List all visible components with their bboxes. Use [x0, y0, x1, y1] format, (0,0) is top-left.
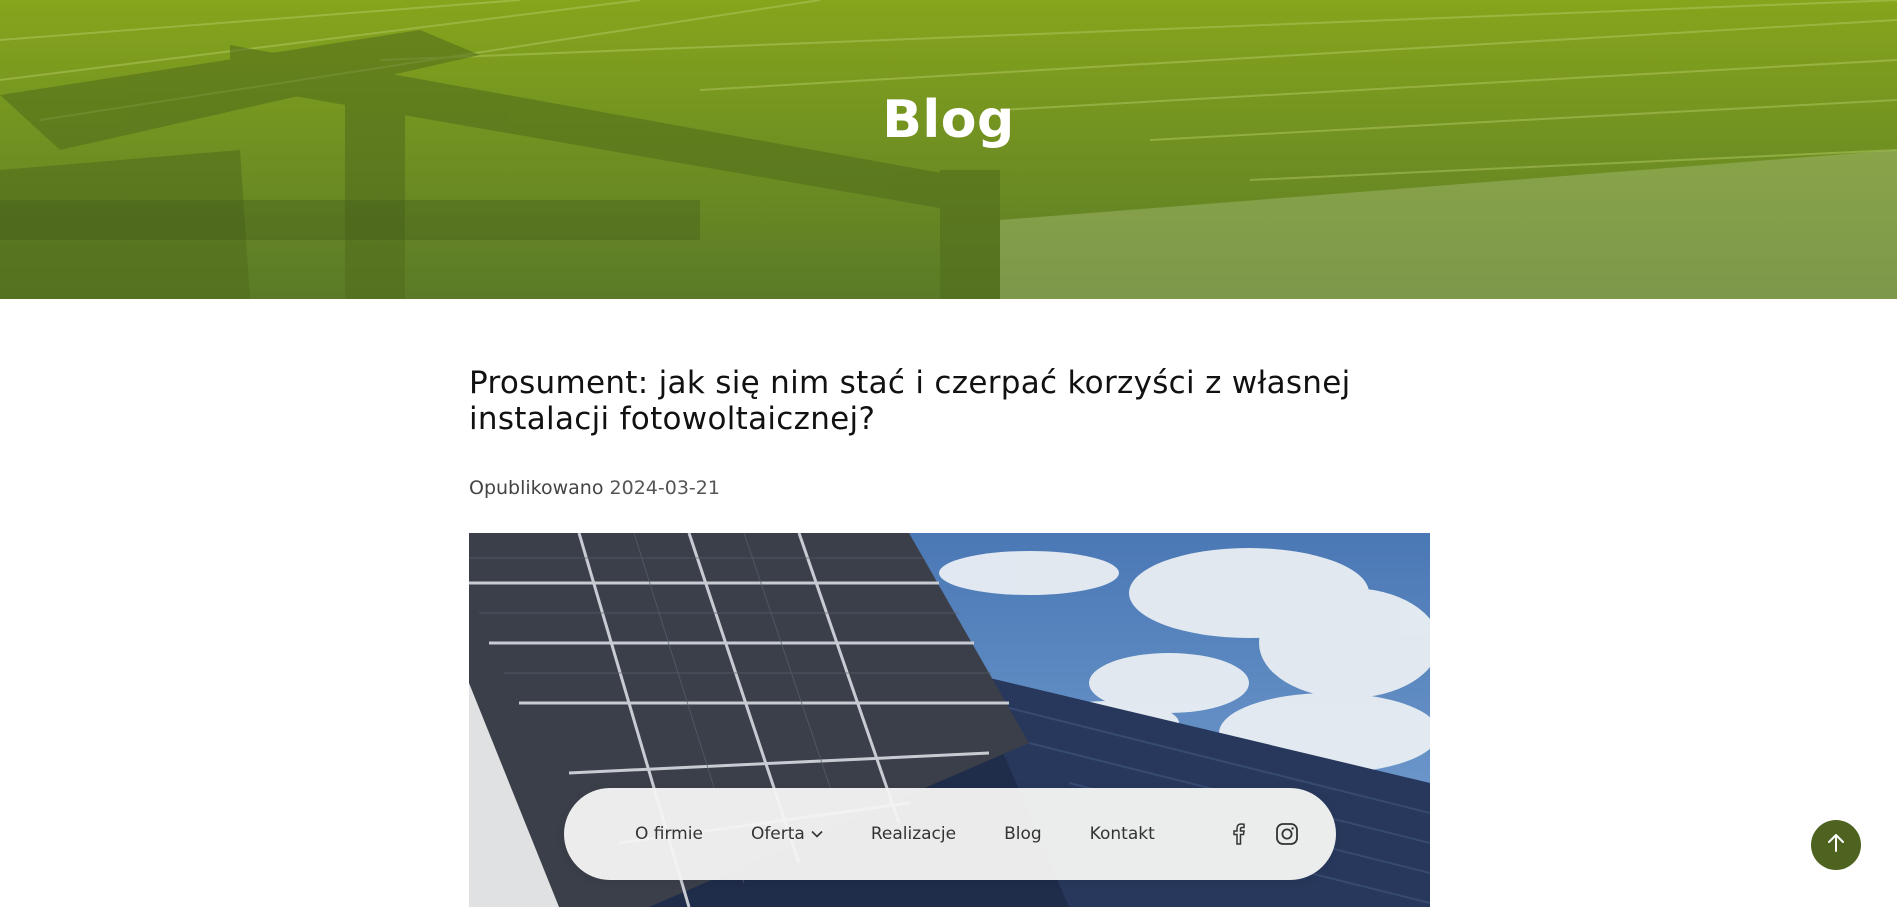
- nav-item-kontakt[interactable]: Kontakt: [1090, 824, 1155, 844]
- nav-item-oferta[interactable]: Oferta: [751, 824, 823, 844]
- arrow-up-icon: [1825, 832, 1847, 858]
- facebook-icon[interactable]: [1225, 820, 1253, 848]
- article-title: Prosument: jak się nim stać i czerpać ko…: [469, 365, 1351, 437]
- nav-label: Oferta: [750, 824, 805, 844]
- nav-item-realizacje[interactable]: Realizacje: [871, 824, 956, 844]
- social-links: [1225, 820, 1321, 848]
- floating-navbar: O firmie Oferta Realizacje Blog Kontakt: [564, 788, 1336, 880]
- article-header: Prosument: jak się nim stać i czerpać ko…: [469, 365, 1430, 499]
- page-title: Blog: [882, 90, 1015, 150]
- published-meta: Opublikowano 2024-03-21: [469, 477, 1430, 499]
- published-label: Opublikowano: [469, 477, 604, 499]
- nav-item-o-firmie[interactable]: O firmie: [635, 824, 703, 844]
- instagram-icon[interactable]: [1273, 820, 1301, 848]
- hero-banner: Blog: [0, 0, 1897, 299]
- nav-label: O firmie: [635, 824, 703, 844]
- nav-label: Kontakt: [1089, 824, 1155, 844]
- published-date: 2024-03-21: [609, 477, 720, 499]
- chevron-down-icon: [811, 830, 823, 838]
- scroll-to-top-button[interactable]: [1811, 820, 1861, 870]
- nav-label: Realizacje: [870, 824, 957, 844]
- nav-label: Blog: [1004, 824, 1042, 844]
- nav-item-blog[interactable]: Blog: [1004, 824, 1042, 844]
